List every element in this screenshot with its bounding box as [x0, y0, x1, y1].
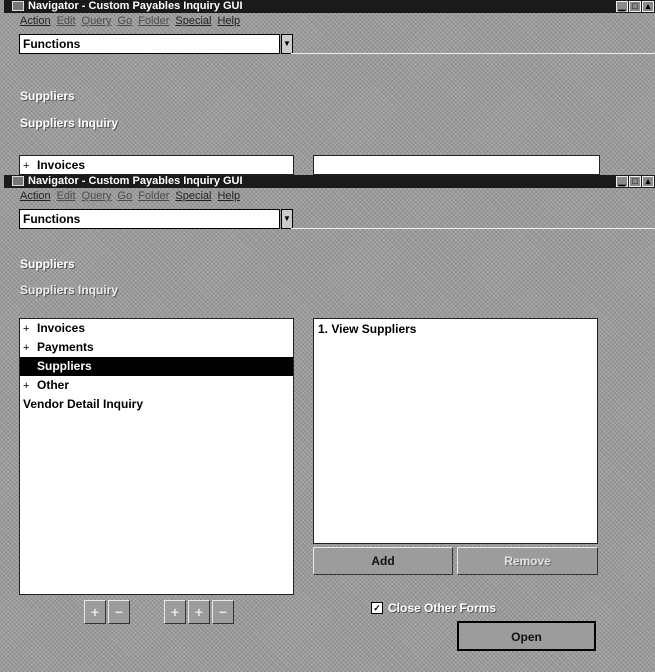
expand-one-icon[interactable]: +	[84, 600, 106, 624]
functions-combo[interactable]: Functions	[19, 34, 280, 54]
navigator-window-background: Navigator - Custom Payables Inquiry GUI …	[4, 0, 655, 175]
menu-folder[interactable]: Folder	[138, 190, 169, 202]
menu-help[interactable]: Help	[217, 15, 240, 27]
collapse-all-icon[interactable]: −	[212, 600, 234, 624]
expand-icon[interactable]: +	[23, 320, 37, 339]
menu-query[interactable]: Query	[82, 190, 112, 202]
menu-special[interactable]: Special	[175, 15, 211, 27]
top-ten-list[interactable]: 1. View Suppliers	[313, 318, 598, 544]
menu-bar: Action Edit Query Go Folder Special Help	[20, 15, 240, 27]
add-button[interactable]: Add	[313, 547, 453, 575]
title-bar[interactable]: Navigator - Custom Payables Inquiry GUI …	[4, 0, 655, 13]
function-tree[interactable]: + Invoices + Payments Suppliers + Other Ven…	[19, 318, 294, 595]
close-other-forms-label: Close Other Forms	[388, 601, 497, 615]
expand-all-icon[interactable]: +	[188, 600, 210, 624]
close-other-forms-checkbox[interactable]: ✓ Close Other Forms	[371, 601, 496, 615]
divider	[291, 228, 655, 229]
system-menu-icon[interactable]	[12, 176, 24, 186]
title-bar[interactable]: Navigator - Custom Payables Inquiry GUI …	[4, 175, 655, 188]
window-title: Navigator - Custom Payables Inquiry GUI	[28, 175, 243, 187]
tree-item-vendor-detail-inquiry[interactable]: Vendor Detail Inquiry	[20, 395, 293, 414]
checkmark-icon[interactable]: ✓	[371, 602, 383, 614]
tree-item-invoices[interactable]: + Invoices	[20, 156, 293, 175]
tree-item-invoices[interactable]: + Invoices	[20, 319, 293, 338]
menu-go[interactable]: Go	[118, 190, 133, 202]
divider	[291, 53, 655, 54]
expand-icon[interactable]: +	[23, 339, 37, 358]
heading-suppliers: Suppliers	[20, 257, 75, 271]
menu-query[interactable]: Query	[82, 15, 112, 27]
menu-edit[interactable]: Edit	[57, 190, 76, 202]
menu-special[interactable]: Special	[175, 190, 211, 202]
maximize-icon[interactable]: □	[629, 176, 641, 187]
menu-action[interactable]: Action	[20, 190, 51, 202]
collapse-one-icon[interactable]: −	[108, 600, 130, 624]
window-title: Navigator - Custom Payables Inquiry GUI	[28, 0, 243, 12]
menu-edit[interactable]: Edit	[57, 15, 76, 27]
minimize-icon[interactable]: ▁	[616, 176, 628, 187]
expand-branch-icon[interactable]: +	[164, 600, 186, 624]
combo-dropdown-icon[interactable]: ▼	[281, 34, 293, 54]
functions-combo[interactable]: Functions	[19, 209, 280, 229]
maximize-icon[interactable]: □	[629, 1, 641, 12]
menu-go[interactable]: Go	[118, 15, 133, 27]
tree-item-suppliers[interactable]: Suppliers	[20, 357, 293, 376]
menu-bar: Action Edit Query Go Folder Special Help	[20, 190, 240, 202]
menu-folder[interactable]: Folder	[138, 15, 169, 27]
open-button[interactable]: Open	[457, 621, 596, 651]
combo-dropdown-icon[interactable]: ▼	[281, 209, 293, 229]
remove-button[interactable]: Remove	[457, 547, 598, 575]
list-item[interactable]: 1. View Suppliers	[314, 319, 597, 339]
minimize-icon[interactable]: ▁	[616, 1, 628, 12]
heading-suppliers-inquiry: Suppliers Inquiry	[20, 283, 119, 297]
top-ten-list[interactable]	[313, 155, 600, 175]
expand-icon[interactable]: +	[23, 377, 37, 396]
heading-suppliers-inquiry: Suppliers Inquiry	[20, 116, 119, 130]
expand-icon[interactable]: +	[23, 157, 37, 176]
restore-icon[interactable]: ▴	[642, 176, 654, 187]
restore-icon[interactable]: ▴	[642, 1, 654, 12]
tree-item-other[interactable]: + Other	[20, 376, 293, 395]
menu-action[interactable]: Action	[20, 15, 51, 27]
tree-item-payments[interactable]: + Payments	[20, 338, 293, 357]
heading-suppliers: Suppliers	[20, 89, 75, 103]
function-tree[interactable]: + Invoices	[19, 155, 294, 175]
navigator-window: Navigator - Custom Payables Inquiry GUI …	[4, 175, 655, 672]
menu-help[interactable]: Help	[217, 190, 240, 202]
system-menu-icon[interactable]	[12, 1, 24, 11]
